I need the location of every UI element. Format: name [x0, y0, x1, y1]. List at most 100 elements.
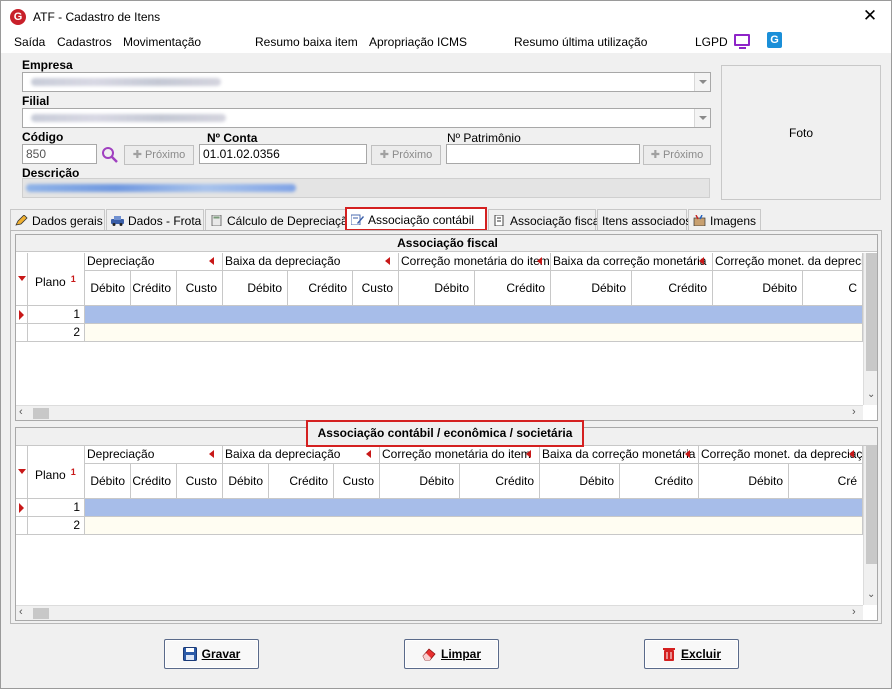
- menu-resumo-ultima-utilizacao[interactable]: Resumo última utilização: [514, 35, 647, 49]
- col-custo[interactable]: Custo: [334, 464, 380, 499]
- group-header-depreciacao[interactable]: Depreciação: [85, 446, 223, 464]
- col-credito[interactable]: Crédito: [131, 271, 177, 306]
- table-row[interactable]: [85, 499, 863, 517]
- tab-dados-frota[interactable]: Dados - Frota: [106, 209, 204, 231]
- group-header-baixa-correcao-monetaria[interactable]: Baixa da correção monetária: [540, 446, 699, 464]
- empresa-select[interactable]: [22, 72, 711, 92]
- tab-associacao-fiscal[interactable]: Associação fiscal: [488, 209, 602, 231]
- col-debito[interactable]: Débito: [551, 271, 632, 306]
- chevron-down-icon[interactable]: [694, 73, 710, 91]
- scroll-left-icon[interactable]: ‹: [19, 406, 23, 418]
- menu-saida[interactable]: Saída: [14, 35, 45, 49]
- col-credito[interactable]: Cré: [789, 464, 863, 499]
- collapse-arrow-icon[interactable]: [537, 257, 542, 265]
- group-header-correcao-monet-depreciacao[interactable]: Correção monet. da depreciação: [699, 446, 863, 464]
- menu-cadastros[interactable]: Cadastros: [57, 35, 112, 49]
- g-app-icon[interactable]: G: [767, 32, 782, 48]
- excluir-button[interactable]: Excluir: [644, 639, 739, 669]
- table-row[interactable]: [85, 324, 863, 342]
- limpar-button[interactable]: Limpar: [404, 639, 499, 669]
- tab-associacao-contabil[interactable]: Associação contábil: [345, 207, 487, 231]
- menu-apropriacao-icms[interactable]: Apropriação ICMS: [369, 35, 467, 49]
- gravar-button[interactable]: Gravar: [164, 639, 259, 669]
- nconta-proximo-button[interactable]: ✚ Próximo: [371, 145, 441, 165]
- chevron-down-icon[interactable]: [694, 109, 710, 127]
- scroll-right-icon[interactable]: ›: [852, 606, 856, 618]
- plano-cell[interactable]: 2: [28, 324, 85, 342]
- vertical-scrollbar[interactable]: ⌄: [863, 446, 877, 605]
- row-indicator[interactable]: [16, 517, 28, 535]
- monitor-icon[interactable]: [734, 34, 750, 49]
- tab-itens-associados[interactable]: Itens associados: [597, 209, 691, 231]
- collapse-arrow-icon[interactable]: [385, 257, 390, 265]
- scroll-left-icon[interactable]: ‹: [19, 606, 23, 618]
- scrollbar-thumb[interactable]: [866, 446, 877, 564]
- horizontal-scrollbar[interactable]: ‹ ›: [16, 605, 863, 620]
- menu-lgpd[interactable]: LGPD: [695, 35, 728, 49]
- vertical-scrollbar[interactable]: ⌄: [863, 253, 877, 405]
- scrollbar-thumb[interactable]: [866, 253, 877, 371]
- col-debito[interactable]: Débito: [85, 464, 131, 499]
- filial-select[interactable]: [22, 108, 711, 128]
- group-header-correcao-monetaria-item[interactable]: Correção monetária do item: [399, 253, 551, 271]
- nconta-input[interactable]: 01.01.02.0356: [199, 144, 367, 164]
- tab-calculo-depreciacao[interactable]: Cálculo de Depreciação: [205, 209, 354, 231]
- npatrimonio-input[interactable]: [446, 144, 640, 164]
- search-icon[interactable]: [101, 146, 118, 163]
- row-indicator[interactable]: [16, 324, 28, 342]
- col-credito[interactable]: Crédito: [475, 271, 551, 306]
- npatrimonio-proximo-button[interactable]: ✚ Próximo: [643, 145, 711, 165]
- col-custo[interactable]: Custo: [177, 271, 223, 306]
- col-debito[interactable]: Débito: [699, 464, 789, 499]
- menu-resumo-baixa-item[interactable]: Resumo baixa item: [255, 35, 358, 49]
- col-credito[interactable]: Crédito: [269, 464, 334, 499]
- close-icon[interactable]: ✕: [859, 6, 881, 26]
- row-indicator[interactable]: [16, 306, 28, 324]
- scroll-right-icon[interactable]: ›: [852, 406, 856, 418]
- codigo-input[interactable]: 850: [22, 144, 97, 164]
- foto-panel[interactable]: Foto: [721, 65, 881, 200]
- group-header-baixa-depreciacao[interactable]: Baixa da depreciação: [223, 446, 380, 464]
- scroll-down-icon[interactable]: ⌄: [867, 389, 875, 400]
- scroll-down-icon[interactable]: ⌄: [867, 589, 875, 600]
- collapse-arrow-icon[interactable]: [685, 450, 690, 458]
- collapse-arrow-icon[interactable]: [209, 257, 214, 265]
- collapse-arrow-icon[interactable]: [699, 257, 704, 265]
- tab-imagens[interactable]: Imagens: [688, 209, 761, 231]
- col-credito[interactable]: Crédito: [288, 271, 353, 306]
- plano-cell[interactable]: 1: [28, 499, 85, 517]
- collapse-arrow-icon[interactable]: [849, 450, 854, 458]
- menu-movimentacao[interactable]: Movimentação: [123, 35, 201, 49]
- col-custo[interactable]: Custo: [177, 464, 223, 499]
- group-header-correcao-monet-depreciacao[interactable]: Correção monet. da depreciação: [713, 253, 863, 271]
- collapse-arrow-icon[interactable]: [366, 450, 371, 458]
- scrollbar-thumb[interactable]: [33, 408, 49, 419]
- collapse-arrow-icon[interactable]: [526, 450, 531, 458]
- table-row[interactable]: [85, 306, 863, 324]
- grid-associacao-fiscal[interactable]: Associação fiscal Plano 1 Depreciação Bai…: [15, 234, 878, 421]
- col-credito[interactable]: Crédito: [620, 464, 699, 499]
- col-debito[interactable]: Débito: [713, 271, 803, 306]
- col-debito[interactable]: Débito: [223, 464, 269, 499]
- col-debito[interactable]: Débito: [380, 464, 460, 499]
- group-header-baixa-depreciacao[interactable]: Baixa da depreciação: [223, 253, 399, 271]
- col-debito[interactable]: Débito: [540, 464, 620, 499]
- scrollbar-thumb[interactable]: [33, 608, 49, 619]
- col-credito[interactable]: Crédito: [632, 271, 713, 306]
- col-debito[interactable]: Débito: [399, 271, 475, 306]
- group-header-baixa-correcao-monetaria[interactable]: Baixa da correção monetária: [551, 253, 713, 271]
- col-credito[interactable]: Crédito: [460, 464, 540, 499]
- plano-column-header[interactable]: Plano 1: [28, 253, 85, 306]
- plano-column-header[interactable]: Plano 1: [28, 446, 85, 499]
- col-credito[interactable]: C: [803, 271, 863, 306]
- group-header-correcao-monetaria-item[interactable]: Correção monetária do item: [380, 446, 540, 464]
- col-debito[interactable]: Débito: [223, 271, 288, 306]
- col-credito[interactable]: Crédito: [131, 464, 177, 499]
- tab-dados-gerais[interactable]: Dados gerais: [10, 209, 105, 231]
- descricao-input[interactable]: [22, 178, 710, 198]
- col-custo[interactable]: Custo: [353, 271, 399, 306]
- group-header-depreciacao[interactable]: Depreciação: [85, 253, 223, 271]
- plano-cell[interactable]: 1: [28, 306, 85, 324]
- horizontal-scrollbar[interactable]: ‹ ›: [16, 405, 863, 420]
- grid-associacao-contabil[interactable]: Plano 1 Depreciação Baixa da depreciação …: [15, 427, 878, 621]
